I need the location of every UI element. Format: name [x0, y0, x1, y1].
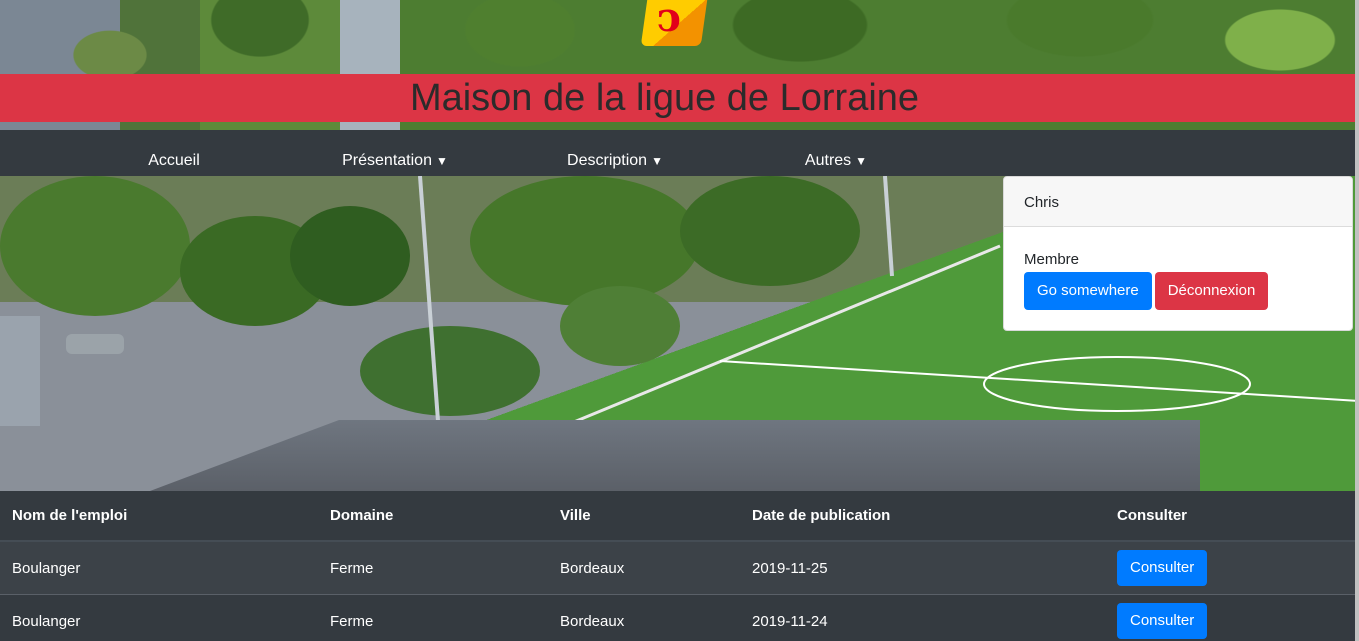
cell-ville: Bordeaux — [548, 540, 740, 595]
nav-item-accueil[interactable]: Accueil — [148, 152, 200, 170]
column-header-ville: Ville — [548, 491, 740, 542]
cell-ville: Bordeaux — [548, 594, 740, 641]
cell-nom: Boulanger — [0, 540, 318, 595]
consulter-button[interactable]: Consulter — [1117, 550, 1208, 586]
nav-item-label: Description — [567, 152, 648, 169]
nav-item-label: Présentation — [342, 152, 432, 169]
table-header-row: Nom de l'emploi Domaine Ville Date de pu… — [0, 491, 1355, 542]
go-somewhere-button[interactable]: Go somewhere — [1024, 272, 1152, 310]
card-header-username: Chris — [1004, 177, 1352, 227]
nav-item-label: Autres — [804, 152, 852, 169]
jobs-table: Nom de l'emploi Domaine Ville Date de pu… — [0, 491, 1355, 641]
caret-down-icon: ▼ — [651, 154, 663, 168]
column-header-domaine: Domaine — [318, 491, 548, 542]
nav-item-presentation[interactable]: Présentation ▼ — [342, 152, 448, 170]
cell-date: 2019-11-25 — [740, 540, 1105, 595]
title-banner: Maison de la ligue de Lorraine — [0, 74, 1359, 122]
card-body: Membre Go somewhere Déconnexion — [1004, 227, 1352, 310]
page-title: Maison de la ligue de Lorraine — [409, 76, 920, 119]
cell-domaine: Ferme — [318, 594, 548, 641]
cell-action: Consulter — [1105, 540, 1355, 595]
column-header-nom: Nom de l'emploi — [0, 491, 318, 542]
caret-down-icon: ▼ — [435, 154, 448, 168]
cell-nom: Boulanger — [0, 594, 318, 641]
caret-down-icon: ▼ — [855, 154, 868, 168]
nav-item-autres[interactable]: Autres ▼ — [805, 152, 867, 170]
logout-button[interactable]: Déconnexion — [1154, 272, 1269, 310]
logo: ↄ — [640, 0, 708, 46]
user-role: Membre — [1024, 251, 1080, 268]
nav-item-description[interactable]: Description ▼ — [567, 152, 663, 170]
column-header-consulter: Consulter — [1105, 491, 1355, 542]
cell-action: Consulter — [1105, 594, 1355, 641]
logo-mark-icon: ↄ — [656, 0, 682, 41]
main-navbar: Accueil Présentation ▼ Description ▼ Autre… — [0, 130, 1359, 176]
vertical-scrollbar[interactable] — [1355, 0, 1359, 641]
table-row: Boulanger Ferme Bordeaux 2019-11-25 Cons… — [0, 540, 1355, 595]
column-header-date: Date de publication — [740, 491, 1105, 542]
user-card: Chris Membre Go somewhere Déconnexion — [1003, 176, 1353, 331]
nav-item-label: Accueil — [148, 152, 200, 169]
cell-date: 2019-11-24 — [740, 594, 1105, 641]
consulter-button[interactable]: Consulter — [1117, 603, 1208, 639]
table-row: Boulanger Ferme Bordeaux 2019-11-24 Cons… — [0, 594, 1355, 641]
cell-domaine: Ferme — [318, 540, 548, 595]
